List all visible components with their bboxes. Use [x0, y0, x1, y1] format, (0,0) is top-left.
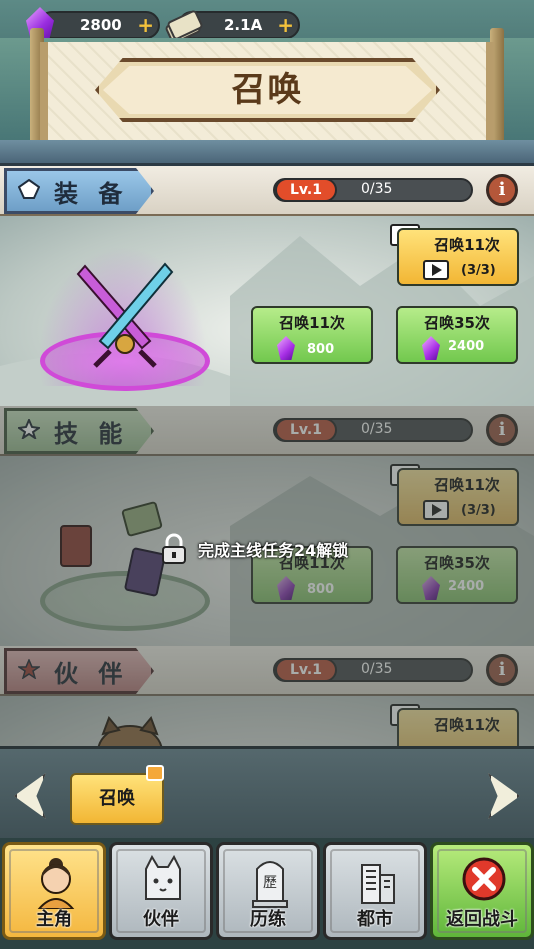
carousel-prev-arrow-icon[interactable] [14, 773, 46, 819]
equipment-icon [18, 179, 40, 199]
summon-type-carousel: 召唤 [0, 746, 534, 838]
locked-overlay [0, 406, 534, 456]
nav-trial[interactable]: 歷 历练 [216, 842, 320, 940]
bottom-nav: 主角 伙伴 歷 历练 都市 返回战斗 [0, 838, 534, 949]
add-gems-button[interactable]: + [137, 14, 154, 36]
title-ledge [0, 140, 534, 166]
cash-amount: 2.1A [224, 16, 263, 34]
close-icon [462, 857, 506, 901]
section-header: 技 能 Lv.1 0/35 i [0, 406, 534, 456]
video-badge-icon [146, 765, 164, 781]
nav-hero[interactable]: 主角 [2, 842, 106, 940]
lock-icon [162, 533, 186, 564]
hero-avatar-icon [37, 858, 75, 909]
section-skills: 召唤11次 (3/3) 召唤11次 800 召唤35次 2400 技 能 Lv.… [0, 406, 534, 646]
page-title: 召唤 [231, 70, 304, 110]
partners-scene: 召唤11次 [0, 696, 534, 746]
level-badge: Lv.1 [275, 178, 337, 202]
gem-icon [277, 336, 295, 360]
summon-tab-button[interactable]: 召唤 [70, 765, 164, 825]
section-equipment: 召唤11次 (3/3) 召唤11次 800 召唤35次 2400 装 备 Lv.… [0, 166, 534, 406]
locked-overlay [0, 646, 534, 696]
equipment-summon-35-button[interactable]: 召唤35次 2400 [396, 306, 518, 364]
nav-return-battle[interactable]: 返回战斗 [430, 842, 534, 940]
play-video-icon [423, 260, 449, 280]
section-title: 装 备 [54, 180, 129, 208]
gem-amount: 2800 [80, 16, 122, 34]
section-header: 伙 伴 Lv.1 0/35 i [0, 646, 534, 696]
equipment-summon-11-button[interactable]: 召唤11次 800 [251, 306, 373, 364]
section-partners: 召唤11次 伙 伴 Lv.1 0/35 i [0, 646, 534, 746]
info-button[interactable]: i [486, 174, 518, 206]
equipment-ad-summon-button[interactable]: 召唤11次 (3/3) [397, 228, 519, 286]
crossed-swords-icon [76, 262, 174, 368]
carousel-next-arrow-icon[interactable] [488, 773, 520, 819]
cat-icon [145, 855, 181, 900]
level-progress: 0/35 [361, 181, 393, 197]
gem-counter: 2800 + [38, 11, 160, 39]
unlock-requirement-text: 完成主线任务24解锁 [198, 541, 349, 560]
summon-list[interactable]: 召唤11次 (3/3) 召唤11次 800 召唤35次 2400 装 备 Lv.… [0, 166, 534, 746]
level-bar: Lv.1 0/35 [273, 178, 473, 202]
gem-icon [422, 336, 440, 360]
section-header: 装 备 Lv.1 0/35 i [0, 166, 534, 216]
building-icon [361, 864, 395, 904]
tombstone-icon: 歷 [252, 861, 288, 908]
nav-partners[interactable]: 伙伴 [109, 842, 213, 940]
equipment-scene: 召唤11次 (3/3) 召唤11次 800 召唤35次 2400 [0, 216, 534, 406]
locked-overlay [0, 696, 534, 746]
trial-glyph: 歷 [263, 875, 277, 891]
add-cash-button[interactable]: + [277, 14, 294, 36]
nav-city[interactable]: 都市 [323, 842, 427, 940]
